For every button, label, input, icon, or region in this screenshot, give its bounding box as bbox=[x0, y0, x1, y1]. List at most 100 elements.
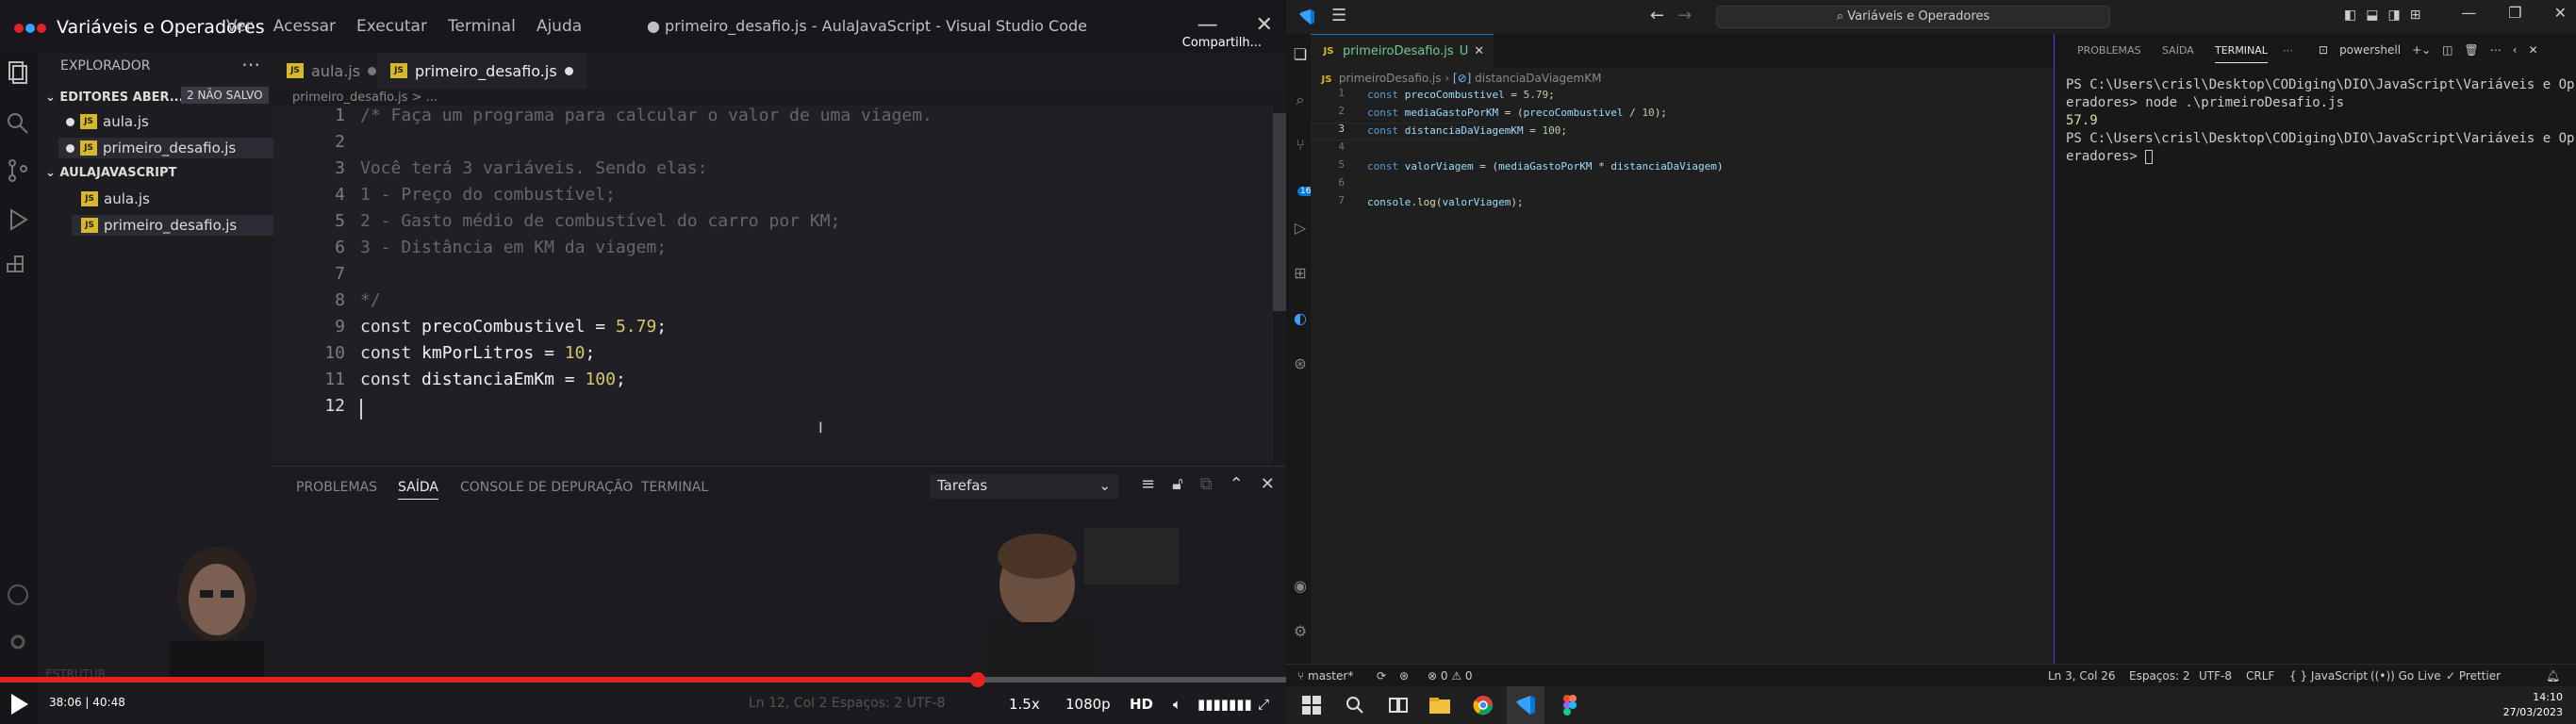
remote-icon[interactable]: ⊛ bbox=[1399, 669, 1409, 683]
tasks-select: Tarefas ⌄ bbox=[930, 474, 1118, 499]
problems-status[interactable]: ⊗ 0 ⚠ 0 bbox=[1428, 669, 1473, 683]
source-control-icon[interactable]: ⑂ bbox=[1290, 136, 1311, 156]
figma-icon[interactable] bbox=[1558, 694, 1582, 716]
notifications-icon[interactable]: 🔔︎ bbox=[2546, 669, 2560, 683]
open-editors-section: ⌄ EDITORES ABER... bbox=[45, 90, 184, 105]
share-button[interactable]: Compartilh... bbox=[1182, 36, 1262, 50]
sync-icon[interactable]: ⟳ bbox=[1377, 669, 1386, 683]
edge-tools-icon[interactable]: ◐ bbox=[1290, 309, 1311, 330]
chevron-left-icon[interactable]: ‹ bbox=[2513, 43, 2518, 57]
recorded-code-editor: 1/* Faça um programa para calcular o val… bbox=[273, 106, 1273, 462]
project-file-item: JS primeiro_desafio.js bbox=[72, 215, 273, 236]
project-section: ⌄ AULAJAVASCRIPT bbox=[45, 166, 177, 180]
line-ending[interactable]: CRLF bbox=[2246, 669, 2274, 683]
indentation[interactable]: Espaços: 2 bbox=[2129, 669, 2190, 683]
task-view-icon[interactable] bbox=[1386, 694, 1411, 716]
copy-icon: ⧉ bbox=[1199, 474, 1213, 494]
files-icon bbox=[8, 61, 27, 84]
trash-icon[interactable]: 🗑︎ bbox=[2465, 43, 2479, 57]
go-live-button[interactable]: ((•)) Go Live bbox=[2370, 669, 2441, 683]
panel-tab[interactable]: SAÍDA bbox=[2162, 44, 2194, 57]
extensions-icon[interactable]: ⊞ bbox=[1290, 264, 1311, 285]
lock-icon: 🔓︎ bbox=[1172, 474, 1183, 494]
panel-tab: CONSOLE DE DEPURAÇÃO bbox=[460, 480, 634, 495]
terminal-panel-area: PROBLEMAS SAÍDA TERMINAL ⋯ ⊡ powershell … bbox=[2054, 34, 2576, 664]
vscode-taskbar-icon[interactable] bbox=[1513, 694, 1538, 716]
js-file-icon: JS bbox=[390, 63, 407, 78]
minimize-icon[interactable]: — bbox=[2461, 4, 2476, 22]
channel-logo-icon bbox=[14, 24, 46, 33]
code-line: 5 const valorViagem = (mediaGastoPorKM * … bbox=[1311, 158, 1723, 176]
code-line: 10 const kmPorLitros = 10; bbox=[324, 343, 596, 363]
panel-tab[interactable]: PROBLEMAS bbox=[2077, 44, 2141, 57]
close-icon[interactable]: ✕ bbox=[1256, 13, 1273, 37]
more-tabs-icon[interactable]: ⋯ bbox=[2283, 44, 2293, 57]
file-explorer-icon[interactable] bbox=[1428, 694, 1452, 716]
recorded-scrollbar bbox=[1273, 113, 1286, 311]
branch-status[interactable]: ⑂ master* bbox=[1297, 669, 1353, 683]
new-terminal-icon[interactable]: +⌄ bbox=[2412, 43, 2431, 57]
windows-taskbar: 14:10 27/03/2023 bbox=[1286, 686, 2576, 724]
code-line: 41 - Preço do combustível; bbox=[335, 185, 616, 205]
prettier-status[interactable]: ✓ Prettier bbox=[2446, 669, 2501, 683]
code-line: 1/* Faça um programa para calcular o val… bbox=[335, 106, 933, 125]
taskbar-search-icon[interactable] bbox=[1343, 694, 1367, 716]
panel-tab-active[interactable]: TERMINAL bbox=[2215, 44, 2268, 63]
line-number: 7 bbox=[1338, 194, 1345, 206]
play-icon[interactable] bbox=[11, 694, 28, 715]
video-controls: 38:06 | 40:48 Ln 12, Col 2 Espaços: 2 UT… bbox=[0, 684, 1286, 724]
vscode-titlebar: ☰ ← → ⌕ Variáveis e Operadores ◧ ⬓ ◨ ⊞ — ❐ ✕ bbox=[1286, 0, 2576, 34]
command-center-search[interactable]: ⌕ Variáveis e Operadores bbox=[1716, 6, 2110, 28]
chrome-icon[interactable] bbox=[1471, 694, 1495, 716]
quality-button[interactable]: 1080p bbox=[1065, 696, 1111, 713]
remote-explorer-icon[interactable]: ⊛ bbox=[1290, 354, 1311, 375]
cursor-position[interactable]: Ln 3, Col 26 bbox=[2048, 669, 2116, 683]
code-line: 7 bbox=[335, 264, 345, 284]
gear-icon[interactable]: ⚙ bbox=[1290, 622, 1311, 643]
toggle-secondary-sidebar-icon[interactable]: ◨ bbox=[2387, 8, 2400, 23]
breadcrumb-file[interactable]: primeiroDesafio.js bbox=[1339, 72, 1442, 85]
minimize-icon: — bbox=[1197, 13, 1218, 37]
ibeam-cursor-icon: I bbox=[818, 419, 823, 436]
video-player[interactable]: Variáveis e Operadores Ver Acessar Execu… bbox=[0, 0, 1286, 724]
speed-button[interactable]: 1.5x bbox=[1009, 696, 1040, 713]
fullscreen-icon[interactable]: ⤢ bbox=[1258, 696, 1269, 713]
language-mode[interactable]: { } JavaScript bbox=[2289, 669, 2368, 683]
back-icon[interactable]: ← bbox=[1650, 6, 1664, 25]
menu-icon[interactable]: ☰ bbox=[1331, 6, 1346, 25]
extensions-icon bbox=[7, 255, 24, 272]
more-icon: ⋯ bbox=[241, 53, 260, 75]
breadcrumb-symbol[interactable]: distanciaDaViagemKM bbox=[1475, 72, 1601, 85]
close-tab-icon[interactable]: ✕ bbox=[1474, 44, 1484, 58]
code-line: 63 - Distância em KM da viagem; bbox=[335, 238, 668, 257]
code-line: 3 Você terá 3 variáveis. Sendo elas: bbox=[335, 158, 708, 178]
split-terminal-icon[interactable]: ◫ bbox=[2442, 43, 2452, 57]
video-progress-bar[interactable] bbox=[0, 672, 1286, 687]
account-icon[interactable]: ◉ bbox=[1290, 577, 1311, 598]
run-debug-icon[interactable]: ▷ bbox=[1290, 219, 1311, 239]
restore-icon[interactable]: ❐ bbox=[2508, 4, 2521, 22]
close-panel-icon[interactable]: ✕ bbox=[2529, 43, 2538, 57]
hd-badge: HD bbox=[1130, 696, 1154, 713]
windows-start-icon[interactable] bbox=[1299, 694, 1324, 716]
close-icon[interactable]: ✕ bbox=[2554, 4, 2567, 22]
toggle-panel-icon[interactable]: ⬓ bbox=[2366, 8, 2378, 23]
toggle-sidebar-icon[interactable]: ◧ bbox=[2344, 8, 2356, 23]
breadcrumb-separator-icon: › bbox=[1445, 72, 1453, 85]
explorer-icon[interactable]: ❏ bbox=[1290, 45, 1311, 66]
line-number: 2 bbox=[1338, 105, 1345, 117]
customize-layout-icon[interactable]: ⊞ bbox=[2410, 8, 2421, 23]
more-icon[interactable]: ⋯ bbox=[2490, 43, 2502, 57]
code-line: 8 */ bbox=[335, 290, 381, 310]
forward-icon[interactable]: → bbox=[1677, 6, 1692, 25]
editor-tab-active[interactable]: JS primeiroDesafio.js U ✕ bbox=[1311, 34, 1494, 68]
search-icon[interactable]: ⌕ bbox=[1290, 90, 1311, 111]
shell-name[interactable]: powershell bbox=[2339, 43, 2401, 57]
taskbar-clock[interactable]: 14:10 27/03/2023 bbox=[2503, 690, 2563, 720]
recorded-activity-bar bbox=[0, 53, 38, 724]
volume-icon[interactable]: 🔈︎ bbox=[1173, 696, 1181, 713]
terminal-line: PS C:\Users\crisl\Desktop\CODiging\DIO\J… bbox=[2066, 131, 2575, 146]
encoding[interactable]: UTF-8 bbox=[2199, 669, 2232, 683]
code-line: 11 const distanciaEmKm = 100; bbox=[324, 370, 626, 389]
open-file-item: JS aula.js bbox=[66, 113, 149, 130]
